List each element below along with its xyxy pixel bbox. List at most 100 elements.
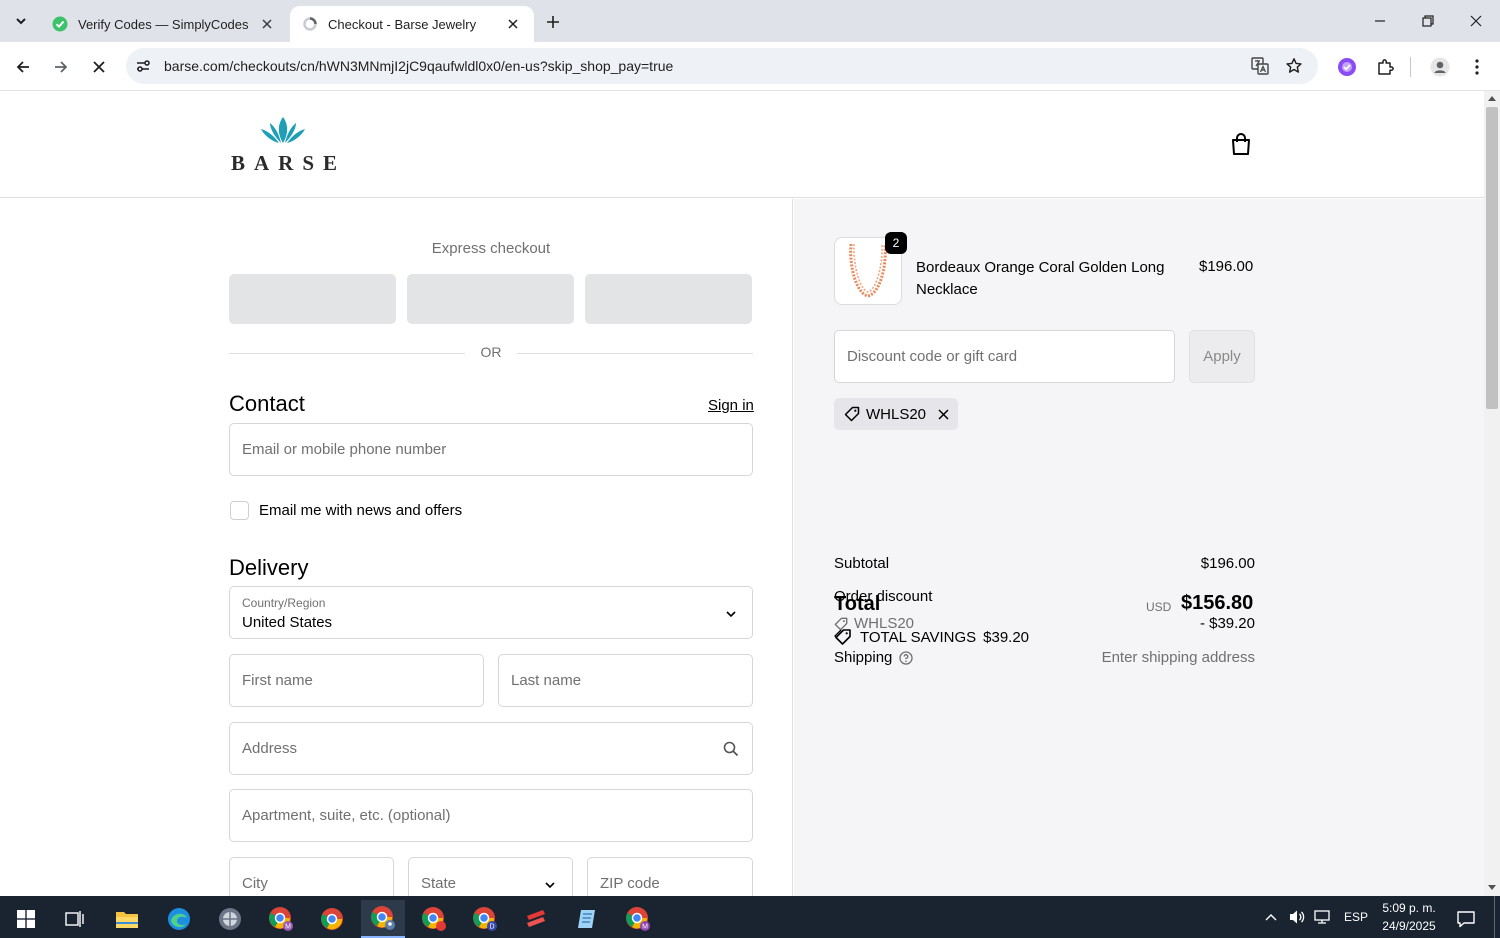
apartment-placeholder: Apartment, suite, etc. (optional)	[242, 807, 451, 824]
savings-label: TOTAL SAVINGS	[860, 628, 977, 646]
discount-value: - $39.20	[1199, 615, 1255, 632]
tag-icon	[844, 406, 860, 422]
city-placeholder: City	[242, 875, 268, 892]
chrome-icon	[422, 907, 446, 931]
chrome-profile-m2-button[interactable]: M	[616, 900, 660, 938]
chevron-up-icon[interactable]	[1264, 912, 1278, 922]
email-field[interactable]: Email or mobile phone number	[229, 423, 753, 476]
forward-button[interactable]	[46, 52, 76, 82]
state-placeholder: State	[421, 875, 457, 892]
extensions-button[interactable]	[1370, 52, 1400, 82]
express-pay-button-3[interactable]	[585, 274, 752, 324]
chrome-profile-red-button[interactable]	[412, 900, 456, 938]
red-app-button[interactable]	[514, 900, 558, 938]
contact-heading: Contact	[229, 391, 305, 416]
arrow-left-icon	[16, 61, 29, 73]
profile-button[interactable]	[1425, 52, 1455, 82]
notes-app-button[interactable]	[565, 900, 609, 938]
scroll-down-arrow-icon[interactable]	[1488, 885, 1496, 890]
network-icon[interactable]	[1314, 909, 1332, 925]
scrollbar-thumb[interactable]	[1486, 107, 1498, 409]
chrome-icon	[371, 906, 395, 930]
stacked-app-icon	[527, 910, 545, 927]
taskbar-clock[interactable]: 5:09 p. m. 24/9/2025	[1372, 899, 1446, 935]
total-currency: USD	[1146, 600, 1172, 614]
help-icon[interactable]	[899, 650, 914, 665]
tab-simplycodes[interactable]: Verify Codes — SimplyCodes	[40, 6, 288, 42]
discount-code-input[interactable]: Discount code or gift card	[834, 330, 1175, 383]
order-summary: 2 Bordeaux Orange Coral Golden Long Neck…	[794, 199, 1484, 896]
site-info-icon[interactable]	[132, 55, 154, 77]
avatar-icon	[1430, 57, 1450, 77]
tab-checkout[interactable]: Checkout - Barse Jewelry	[290, 6, 534, 42]
windows-taskbar: M D M ESP 5:09 p. m. 24/9/2025	[0, 896, 1500, 938]
express-pay-button-2[interactable]	[407, 274, 574, 324]
close-tab-icon[interactable]	[258, 15, 276, 33]
svg-text:M: M	[642, 924, 648, 931]
zip-field[interactable]: ZIP code	[587, 857, 753, 896]
task-view-button[interactable]	[53, 900, 97, 938]
country-select[interactable]: Country/Region United States	[229, 586, 753, 639]
state-select[interactable]: State	[408, 857, 573, 896]
total-value: $156.80	[1181, 592, 1254, 614]
subtotal-value: $196.00	[1200, 555, 1255, 572]
chrome-profile-d-button[interactable]: D	[463, 900, 507, 938]
stop-loading-button[interactable]	[84, 52, 114, 82]
shipping-label: Shipping	[834, 649, 893, 666]
total-label: Total	[834, 593, 881, 615]
page-scrollbar[interactable]	[1484, 91, 1500, 896]
close-window-button[interactable]	[1452, 0, 1500, 42]
browser-menu-button[interactable]	[1462, 52, 1492, 82]
email-placeholder: Email or mobile phone number	[242, 441, 447, 458]
simplycodes-extension-button[interactable]	[1332, 52, 1362, 82]
express-pay-button-1[interactable]	[229, 274, 396, 324]
barse-logo[interactable]: BARSE	[229, 115, 339, 175]
plus-icon	[547, 16, 559, 28]
apartment-field[interactable]: Apartment, suite, etc. (optional)	[229, 789, 753, 842]
newsletter-checkbox[interactable]	[230, 501, 249, 520]
restore-icon	[1422, 15, 1434, 27]
start-button[interactable]	[4, 900, 48, 938]
remove-discount-icon[interactable]	[938, 408, 949, 420]
globe-app-button[interactable]	[208, 900, 252, 938]
chrome-button[interactable]	[310, 900, 354, 938]
restore-button[interactable]	[1404, 0, 1452, 42]
close-tab-icon[interactable]	[504, 15, 522, 33]
chrome-icon	[321, 908, 343, 930]
bookmark-star-icon[interactable]	[1283, 55, 1305, 77]
apply-discount-button[interactable]: Apply	[1189, 330, 1255, 383]
task-view-icon	[65, 911, 84, 927]
more-vertical-icon	[1475, 59, 1479, 75]
edge-button[interactable]	[157, 900, 201, 938]
close-icon	[93, 61, 105, 73]
product-price: $196.00	[1199, 258, 1254, 275]
sign-in-link[interactable]: Sign in	[708, 397, 754, 414]
address-bar[interactable]: barse.com/checkouts/cn/hWN3MNmjI2jC9qauf…	[126, 48, 1318, 84]
tab-title: Checkout - Barse Jewelry	[328, 16, 477, 32]
show-desktop-divider[interactable]	[1494, 896, 1495, 938]
clock-time: 5:09 p. m.	[1382, 901, 1436, 915]
back-button[interactable]	[8, 52, 38, 82]
chevron-down-icon	[545, 882, 555, 889]
chevron-down-icon	[16, 18, 26, 25]
svg-text:D: D	[489, 924, 494, 931]
scroll-up-arrow-icon[interactable]	[1488, 96, 1496, 101]
chrome-profile-active-button[interactable]	[361, 900, 405, 938]
volume-icon[interactable]	[1288, 909, 1306, 925]
shipping-row: Shipping	[834, 649, 914, 666]
city-field[interactable]: City	[229, 857, 394, 896]
input-language[interactable]: ESP	[1344, 910, 1368, 924]
minimize-button[interactable]	[1356, 0, 1404, 42]
tab-search-button[interactable]	[7, 8, 35, 34]
notifications-button[interactable]	[1444, 900, 1488, 938]
chrome-profile-m-button[interactable]: M	[259, 900, 303, 938]
last-name-field[interactable]: Last name	[498, 654, 753, 707]
new-tab-button[interactable]	[540, 9, 566, 35]
address-field[interactable]: Address	[229, 722, 753, 775]
cart-button[interactable]	[1228, 131, 1254, 157]
translate-icon[interactable]	[1249, 55, 1271, 77]
toolbar-divider	[1410, 57, 1411, 77]
first-name-field[interactable]: First name	[229, 654, 484, 707]
divider	[517, 353, 753, 354]
file-explorer-button[interactable]	[105, 900, 149, 938]
